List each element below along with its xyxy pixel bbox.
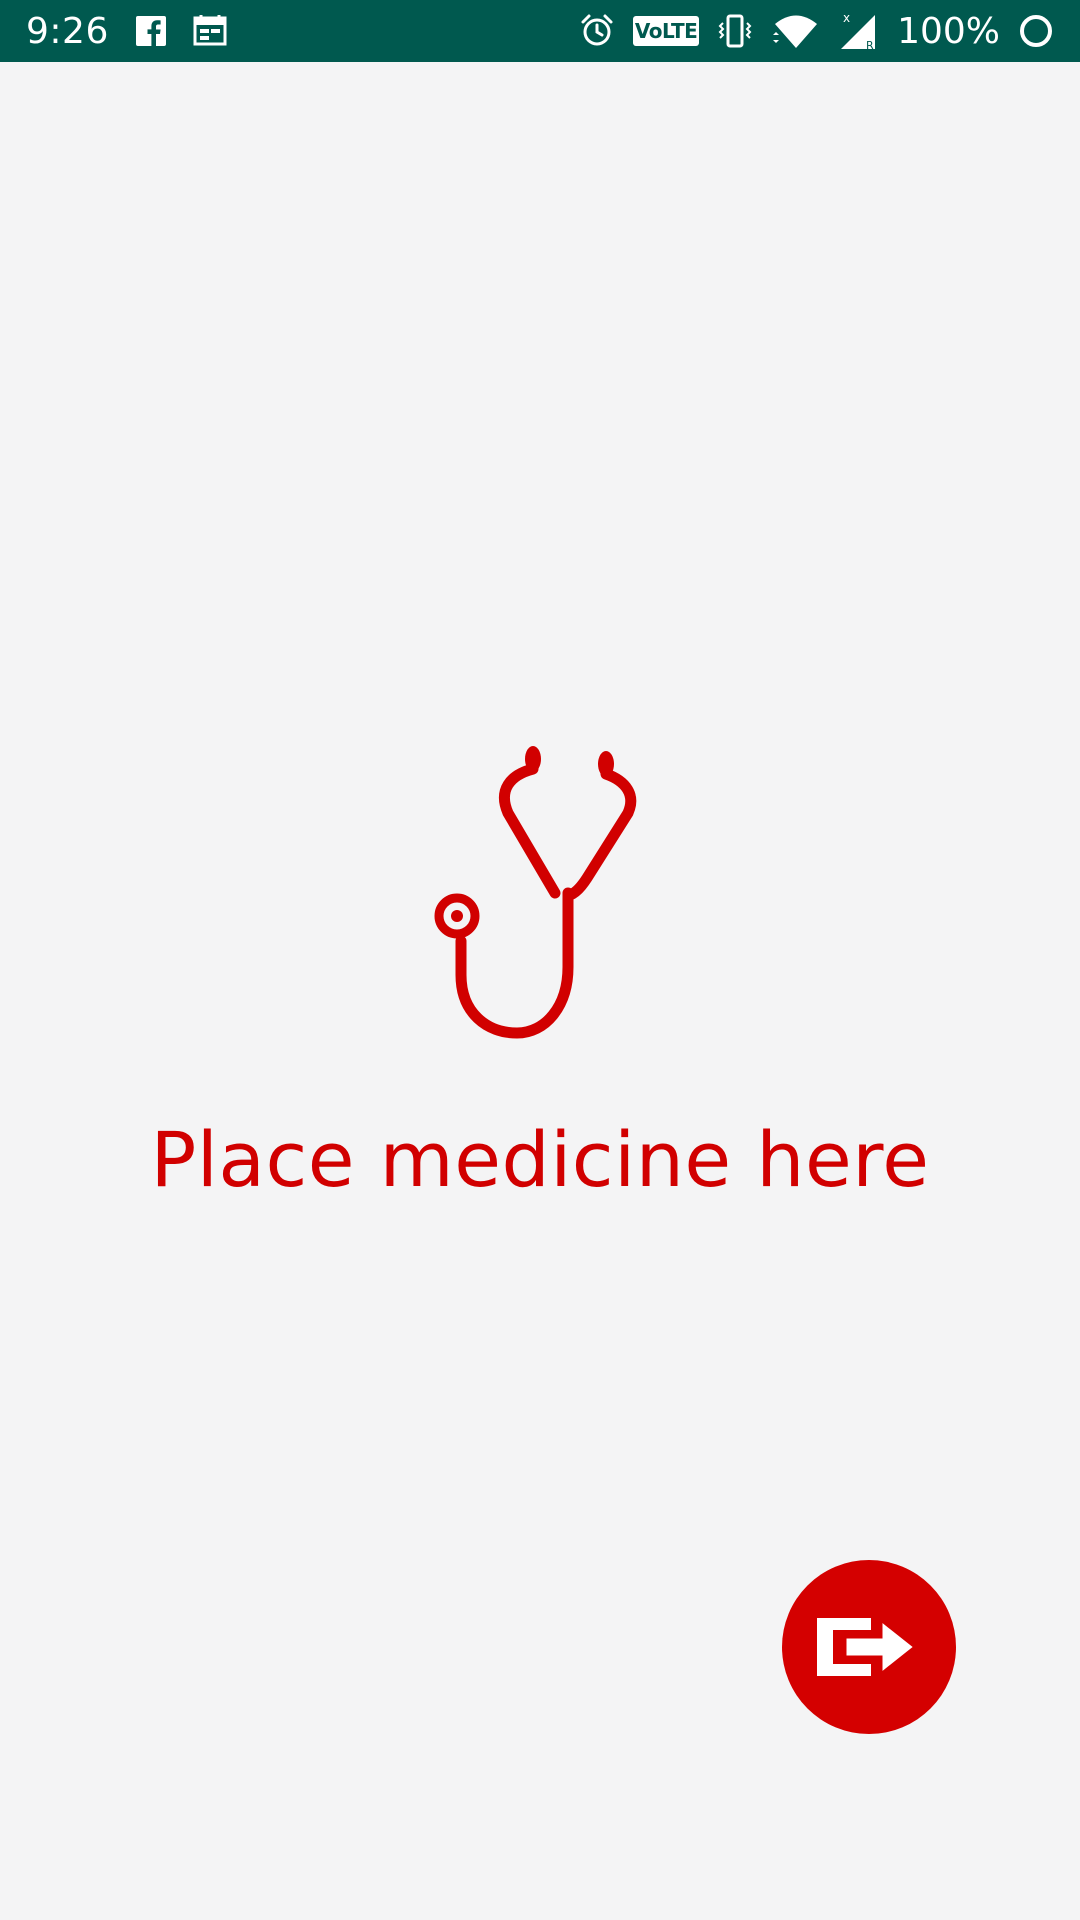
status-bar-right: VoLTE x R 100% bbox=[579, 11, 1054, 52]
signal-icon: x R bbox=[839, 11, 879, 51]
battery-icon bbox=[1018, 13, 1054, 49]
exit-button[interactable] bbox=[782, 1560, 956, 1734]
svg-text:R: R bbox=[866, 39, 874, 51]
exit-arrow-icon bbox=[817, 1616, 918, 1678]
vibrate-icon bbox=[717, 13, 753, 49]
place-medicine-message: Place medicine here bbox=[150, 1115, 930, 1204]
facebook-icon bbox=[135, 15, 167, 47]
stethoscope-icon bbox=[434, 746, 637, 1039]
calendar-notification-icon bbox=[193, 15, 227, 47]
svg-text:x: x bbox=[843, 11, 850, 25]
status-bar-left: 9:26 bbox=[26, 11, 579, 52]
alarm-icon bbox=[579, 13, 615, 49]
status-time: 9:26 bbox=[26, 10, 109, 52]
battery-percentage: 100% bbox=[897, 10, 1000, 52]
volte-icon: VoLTE bbox=[633, 16, 700, 46]
wifi-icon bbox=[771, 13, 821, 49]
status-bar: 9:26 VoLTE x R 100% bbox=[0, 0, 1080, 62]
